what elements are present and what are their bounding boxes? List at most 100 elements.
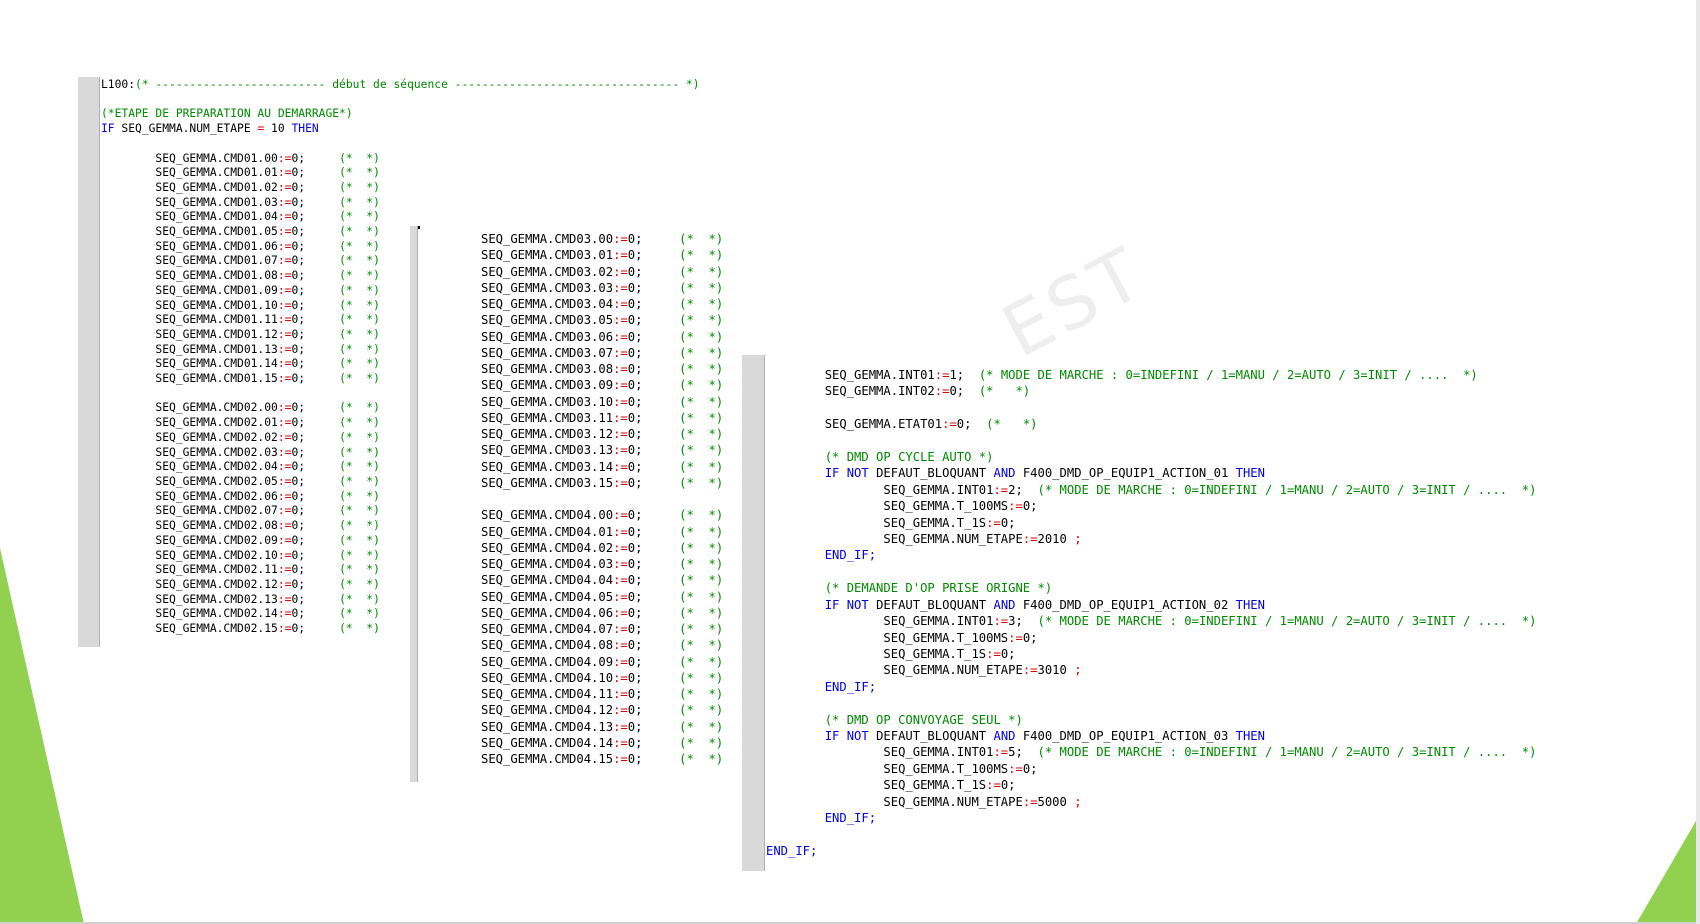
comment-token: (* *) xyxy=(339,225,380,239)
comment-token: (* *) xyxy=(339,327,380,341)
code-line: SEQ_GEMMA.CMD04.15:=0; (* *) xyxy=(481,751,723,767)
code-token: SEQ_GEMMA.CMD01.04 xyxy=(101,210,278,224)
code-token: 0; xyxy=(956,417,987,432)
code-token: SEQ_GEMMA.CMD01.00 xyxy=(101,151,278,165)
comment-token: (* DMD OP CONVOYAGE SEUL *) xyxy=(766,712,1023,727)
code-line: SEQ_GEMMA.NUM_ETAPE:=3010 ; xyxy=(766,662,1536,678)
code-line: SEQ_GEMMA.CMD03.15:=0; (* *) xyxy=(481,475,723,491)
code-token: SEQ_GEMMA.CMD03.02 xyxy=(481,264,614,279)
code-token: 0; xyxy=(627,605,680,620)
operator-token: := xyxy=(1022,663,1038,678)
keyword-token: AND xyxy=(993,597,1016,612)
code-token: SEQ_GEMMA.CMD02.14 xyxy=(101,607,278,621)
code-token: 0; xyxy=(627,508,680,523)
code-token: SEQ_GEMMA.CMD03.09 xyxy=(481,378,614,393)
operator-token: := xyxy=(1008,630,1023,645)
code-token: 0; xyxy=(291,548,340,562)
code-line: SEQ_GEMMA.CMD03.02:=0; (* *) xyxy=(481,264,723,280)
operator-token: := xyxy=(613,394,628,409)
comment-token: (* *) xyxy=(339,342,380,356)
operator-token: := xyxy=(1022,532,1038,547)
code-token: SEQ_GEMMA.CMD01.02 xyxy=(101,180,278,194)
code-token: 0; xyxy=(627,313,680,328)
code-token: 0; xyxy=(627,670,680,685)
code-token: SEQ_GEMMA.CMD01.14 xyxy=(101,357,278,371)
code-token: SEQ_GEMMA.CMD04.11 xyxy=(481,687,614,701)
code-token: SEQ_GEMMA.CMD01.15 xyxy=(101,372,278,386)
comment-token: (* *) xyxy=(339,474,380,488)
code-token: 0; xyxy=(627,638,680,653)
code-token: 0; xyxy=(291,313,340,327)
code-line: SEQ_GEMMA.CMD03.08:=0; (* *) xyxy=(481,361,723,377)
operator-token: := xyxy=(993,614,1009,629)
code-line: SEQ_GEMMA.CMD04.12:=0; (* *) xyxy=(481,702,723,718)
code-token: 0; xyxy=(1000,646,1016,661)
code-token: SEQ_GEMMA.CMD02.04 xyxy=(101,460,278,474)
operator-token: := xyxy=(613,362,628,376)
code-line: SEQ_GEMMA.CMD04.05:=0; (* *) xyxy=(481,589,723,605)
code-line: SEQ_GEMMA.INT01:=2; (* MODE DE MARCHE : … xyxy=(766,482,1536,498)
comment-token: (* *) xyxy=(679,573,724,588)
code-token: SEQ_GEMMA.CMD02.12 xyxy=(101,577,278,591)
code-token: SEQ_GEMMA.CMD04.08 xyxy=(481,638,614,653)
code-token: SEQ_GEMMA.T_1S xyxy=(766,646,987,661)
code-line: SEQ_GEMMA.T_1S:=0; xyxy=(766,777,1536,793)
code-token: SEQ_GEMMA.CMD02.08 xyxy=(101,519,278,533)
operator-token: := xyxy=(613,605,628,620)
comment-token: (* *) xyxy=(679,703,724,718)
code-token: SEQ_GEMMA.INT01 xyxy=(766,368,935,382)
operator-token: := xyxy=(613,589,628,604)
operator-token: := xyxy=(277,180,292,194)
code-line: SEQ_GEMMA.CMD04.07:=0; (* *) xyxy=(481,621,723,637)
operator-token: ; xyxy=(1074,663,1082,678)
code-token: 0; xyxy=(627,329,680,344)
operator-token: := xyxy=(613,459,628,474)
comment-token: (* *) xyxy=(339,519,380,533)
editor-gutter xyxy=(78,77,100,647)
code-line: SEQ_GEMMA.CMD04.14:=0; (* *) xyxy=(481,735,723,751)
operator-token: := xyxy=(277,622,292,636)
operator-token: := xyxy=(613,297,628,311)
code-token: 0; xyxy=(627,557,680,571)
code-token: F400_DMD_OP_EQUIP1_ACTION_01 xyxy=(1015,466,1236,481)
operator-token: := xyxy=(613,540,628,555)
comment-token: (* *) xyxy=(339,151,380,165)
operator-token: := xyxy=(613,378,628,393)
code-line: (*ETAPE DE PREPARATION AU DEMARRAGE*) xyxy=(101,107,700,122)
code-token: SEQ_GEMMA.CMD01.03 xyxy=(101,195,278,209)
code-token: 3; xyxy=(1008,614,1038,629)
operator-token: := xyxy=(277,313,292,327)
comment-token: (*ETAPE DE PREPARATION AU DEMARRAGE*) xyxy=(101,107,353,121)
code-token: 0; xyxy=(291,239,340,253)
operator-token: := xyxy=(986,646,1001,661)
operator-token: := xyxy=(1008,499,1023,514)
code-line: SEQ_GEMMA.CMD04.13:=0; (* *) xyxy=(481,719,723,735)
code-token: 0; xyxy=(627,378,680,393)
operator-token: := xyxy=(993,482,1009,497)
code-token: SEQ_GEMMA.INT02 xyxy=(766,384,935,399)
code-token: 0; xyxy=(627,540,680,555)
operator-token: := xyxy=(613,475,628,490)
right-green-triangle xyxy=(1636,814,1700,924)
code-line: SEQ_GEMMA.CMD03.01:=0; (* *) xyxy=(481,247,723,263)
code-token: SEQ_GEMMA.CMD01.05 xyxy=(101,225,278,239)
keyword-token: END_IF; xyxy=(766,810,877,825)
code-token: 0; xyxy=(627,280,680,295)
code-token: 0; xyxy=(627,589,680,604)
code-token: SEQ_GEMMA.ETAT01 xyxy=(766,417,943,432)
code-token: SEQ_GEMMA.INT01 xyxy=(766,745,994,760)
code-token: SEQ_GEMMA.CMD04.09 xyxy=(481,654,614,669)
code-line: SEQ_GEMMA.CMD04.03:=0; (* *) xyxy=(481,556,723,572)
keyword-token: IF xyxy=(101,122,115,136)
editor-gutter xyxy=(410,226,418,782)
keyword-token: THEN xyxy=(291,122,319,136)
operator-token: := xyxy=(986,515,1001,530)
code-token: 0; xyxy=(627,345,680,360)
code-token: 0; xyxy=(291,401,340,415)
operator-token: := xyxy=(613,232,628,246)
code-token: 0; xyxy=(627,443,680,458)
comment-token: (* DEMANDE D'OP PRISE ORIGNE *) xyxy=(766,581,1053,596)
code-line: IF NOT DEFAUT_BLOQUANT AND F400_DMD_OP_E… xyxy=(766,597,1536,613)
